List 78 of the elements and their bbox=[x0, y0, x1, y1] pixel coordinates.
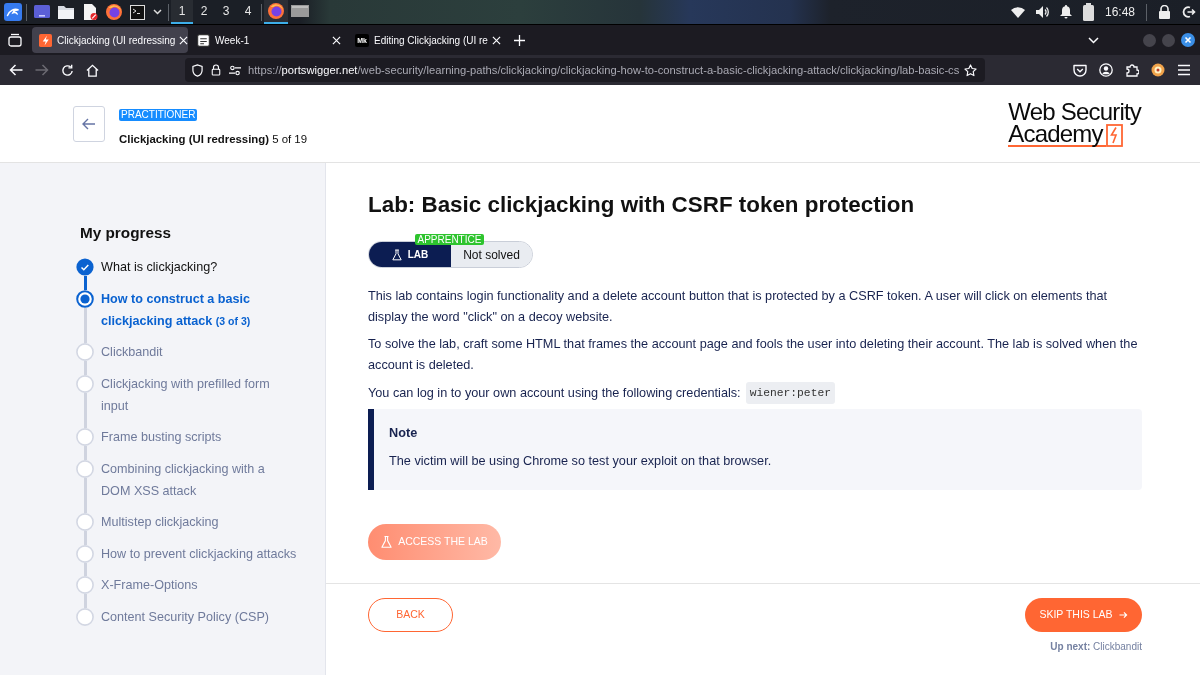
step-link[interactable]: Frame busting scripts bbox=[101, 426, 297, 458]
terminal-icon[interactable] bbox=[130, 4, 145, 20]
browser-tab[interactable]: Clickjacking (UI redressing bbox=[32, 27, 188, 53]
description-text: To solve the lab, craft some HTML that frames the account page and fools the user into deleting their account. The lab is solved when the account is deleted. bbox=[368, 336, 1139, 374]
extension-icon[interactable] bbox=[1151, 63, 1165, 77]
description-text: This lab contains login functionality and a delete account button that is protected by a CSRF token. A user will click on elements that display the word "click" on a decoy website. bbox=[368, 288, 1109, 326]
chevron-down-icon[interactable] bbox=[153, 9, 162, 15]
bell-icon[interactable] bbox=[1059, 5, 1072, 19]
lock-icon[interactable] bbox=[1158, 5, 1171, 19]
logo-text: Academy bbox=[1008, 123, 1106, 147]
credentials-code: wiener:peter bbox=[745, 382, 835, 404]
step-link[interactable]: Clickbandit bbox=[101, 341, 297, 373]
browser-icon bbox=[268, 3, 284, 19]
credentials-text: You can log in to your own account using the following credentials: bbox=[368, 384, 741, 402]
plus-icon[interactable] bbox=[514, 34, 525, 46]
puzzle-icon[interactable] bbox=[1125, 63, 1139, 77]
workspace-button[interactable]: 1 bbox=[171, 0, 193, 24]
document-icon[interactable] bbox=[82, 4, 98, 20]
folder-icon[interactable] bbox=[58, 5, 74, 19]
flask-icon bbox=[391, 248, 402, 261]
close-icon[interactable] bbox=[332, 35, 341, 45]
workspace-button[interactable]: 3 bbox=[215, 0, 237, 24]
skip-lab-button[interactable]: SKIP THIS LAB bbox=[1025, 598, 1142, 632]
note-title: Note bbox=[389, 425, 418, 442]
taskbar-task[interactable] bbox=[264, 0, 288, 24]
pouch-icon[interactable] bbox=[1073, 63, 1087, 77]
browser-tab[interactable]: Week-1 bbox=[190, 27, 346, 53]
close-icon[interactable] bbox=[179, 35, 189, 45]
difficulty-label: APPRENTICE bbox=[415, 234, 484, 245]
star-icon[interactable] bbox=[964, 63, 977, 77]
battery-icon[interactable] bbox=[1082, 3, 1094, 21]
page-icon bbox=[197, 33, 210, 47]
account-icon[interactable] bbox=[1099, 63, 1113, 77]
arrow-right-icon bbox=[1118, 611, 1128, 619]
step-link[interactable]: Combining clickjacking with a DOM XSS attack bbox=[101, 457, 297, 511]
volume-icon[interactable] bbox=[1035, 5, 1049, 19]
lab-label: LAB bbox=[407, 248, 429, 261]
screen-icon[interactable] bbox=[34, 5, 50, 19]
step-link[interactable]: How to construct a basic clickjacking attack (3 of 3) bbox=[101, 287, 297, 341]
lightning-box-icon bbox=[1105, 124, 1123, 147]
launcher-icon[interactable] bbox=[4, 3, 22, 21]
level-label: PRACTITIONER bbox=[119, 109, 198, 121]
lock-icon[interactable] bbox=[211, 64, 221, 76]
sliders-icon[interactable] bbox=[229, 64, 241, 76]
browser-icon[interactable] bbox=[106, 4, 122, 20]
arrow-left-icon bbox=[82, 117, 96, 130]
up-next-text: Up next: Clickbandit bbox=[1050, 641, 1142, 653]
workspace-button[interactable]: 4 bbox=[237, 0, 259, 24]
note-text: The victim will be using Chrome so test your exploit on that browser. bbox=[389, 453, 772, 470]
step-link[interactable]: Content Security Policy (CSP) bbox=[101, 605, 297, 637]
step-link[interactable]: What is clickjacking? bbox=[101, 256, 297, 288]
step-link[interactable]: How to prevent clickjacking attacks bbox=[101, 542, 297, 574]
progress-title: My progress bbox=[80, 223, 171, 243]
tab-list-icon[interactable] bbox=[8, 33, 22, 47]
workspace-button[interactable]: 2 bbox=[193, 0, 215, 24]
reload-icon[interactable] bbox=[61, 63, 74, 77]
close-icon[interactable] bbox=[1181, 33, 1195, 47]
back-button[interactable] bbox=[73, 105, 105, 142]
lab-title: Lab: Basic clickjacking with CSRF token protection bbox=[368, 192, 915, 218]
logo-text: Web Security bbox=[1008, 100, 1141, 123]
step-link[interactable]: Multistep clickjacking bbox=[101, 511, 297, 543]
url-field[interactable]: https://portswigger.net/web-security/learning-paths/clickjacking/clickjacking-how-to-construct-a-basic-clickjacking-attack/clickjacking/lab-basic-cs bbox=[185, 58, 985, 82]
back-button[interactable]: BACK bbox=[368, 598, 453, 632]
home-icon[interactable] bbox=[86, 63, 99, 77]
lesson-title: Clickjacking (UI redressing) 5 of 19 bbox=[119, 132, 308, 146]
step-link[interactable]: Clickjacking with prefilled form input bbox=[101, 372, 297, 426]
shield-icon[interactable] bbox=[192, 63, 203, 77]
back-icon[interactable] bbox=[9, 64, 23, 76]
wifi-icon[interactable] bbox=[1010, 6, 1025, 18]
close-icon[interactable] bbox=[491, 35, 501, 45]
solved-status: Not solved bbox=[451, 242, 532, 267]
flask-icon bbox=[381, 535, 393, 549]
lightning-icon bbox=[39, 33, 52, 47]
clock-text: 16:48 bbox=[1104, 5, 1135, 19]
logout-icon[interactable] bbox=[1182, 5, 1196, 19]
step-link[interactable]: X-Frame-Options bbox=[101, 574, 297, 606]
menu-icon[interactable] bbox=[1177, 64, 1191, 76]
window-thumbnail-icon bbox=[291, 5, 309, 17]
